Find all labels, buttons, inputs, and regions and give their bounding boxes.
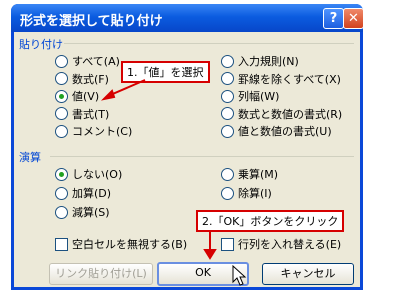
mouse-cursor-icon [232, 265, 247, 286]
step2-arrowhead [203, 249, 217, 260]
step1-arrowhead [100, 89, 116, 101]
annotation-arrows [100, 79, 217, 260]
